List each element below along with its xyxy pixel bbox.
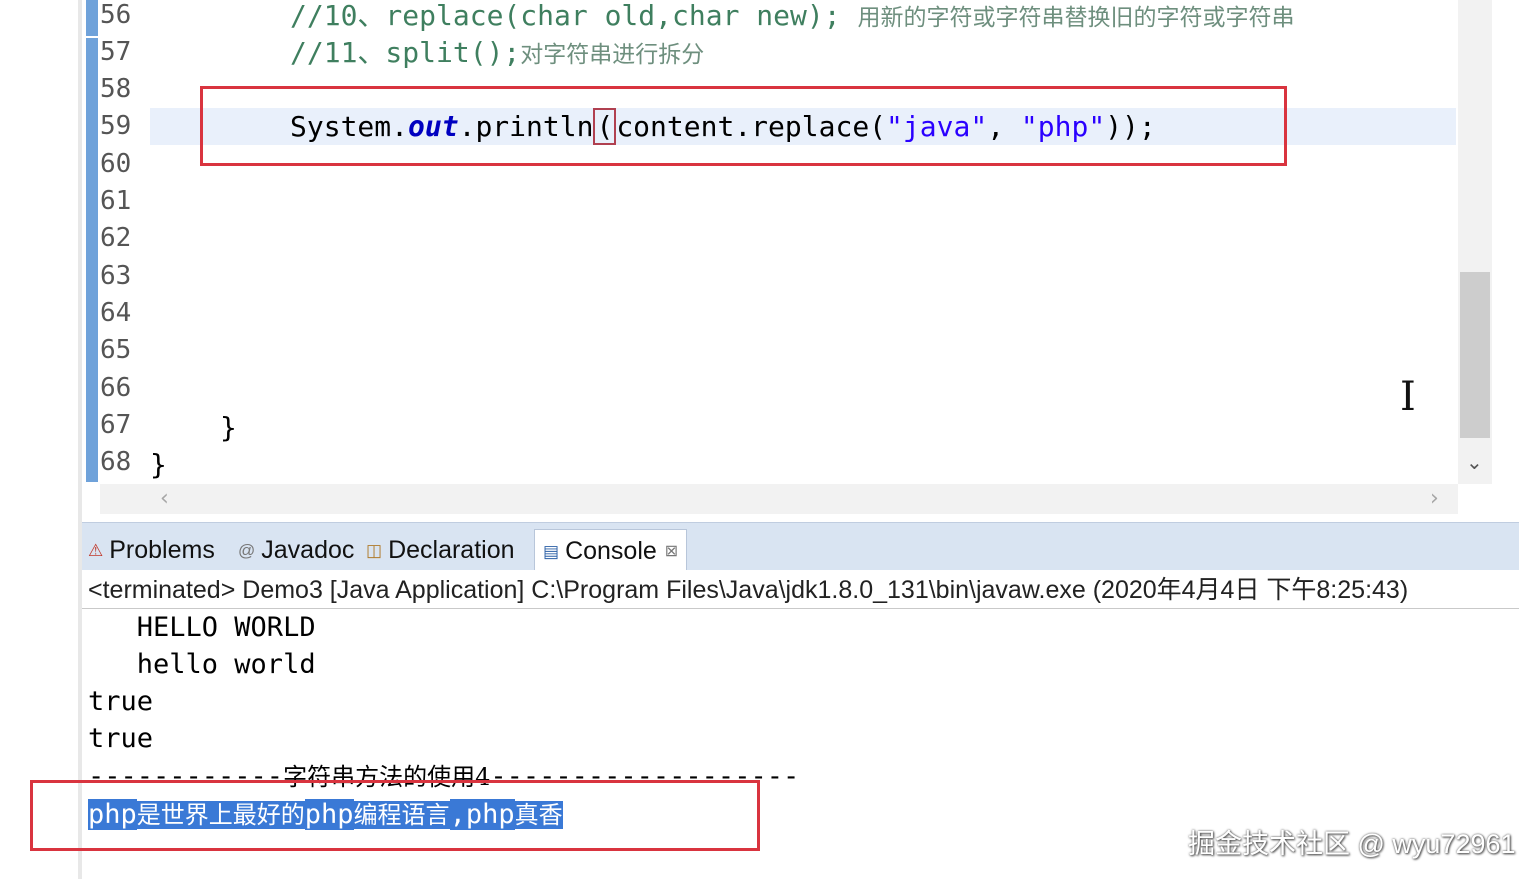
console-output-line: hello world bbox=[88, 649, 316, 680]
console-output-line: HELLO WORLD bbox=[88, 612, 316, 643]
line-number: 67 bbox=[100, 410, 132, 440]
line-number: 68 bbox=[100, 447, 132, 477]
line-number: 56 bbox=[100, 0, 132, 30]
code-line-67: } bbox=[220, 411, 237, 444]
console-icon: ▤ bbox=[543, 542, 560, 561]
tab-problems[interactable]: ⚠ Problems bbox=[88, 529, 215, 571]
code-line-68: } bbox=[150, 448, 167, 481]
bottom-panel-tabbar: ⚠ Problems @ Javadoc ◫ Declaration ▤ Console… bbox=[82, 522, 1519, 572]
line-number: 66 bbox=[100, 373, 132, 403]
tab-label: Javadoc bbox=[261, 536, 355, 564]
chevron-left-icon[interactable]: ‹ bbox=[160, 486, 169, 511]
problems-icon: ⚠ bbox=[88, 541, 104, 560]
comment-code: //10、replace(char old,char new); bbox=[290, 0, 841, 32]
tab-label: Console bbox=[565, 537, 657, 565]
close-icon[interactable]: ⊠ bbox=[665, 543, 678, 560]
code-line-56: //10、replace(char old,char new); 用新的字符或字… bbox=[290, 0, 1294, 34]
line-number: 57 bbox=[100, 37, 132, 67]
highlight-box-code bbox=[200, 86, 1287, 166]
code-editor[interactable]: 56 57 58 59 60 61 62 63 64 65 66 67 68 /… bbox=[84, 0, 1512, 515]
console-output-line: true bbox=[88, 686, 154, 717]
left-panel-strip bbox=[0, 0, 80, 879]
chevron-down-icon[interactable]: ⌄ bbox=[1466, 450, 1483, 474]
line-number-gutter: 56 57 58 59 60 61 62 63 64 65 66 67 68 bbox=[100, 0, 162, 482]
highlight-box-output bbox=[30, 780, 760, 851]
declaration-icon: ◫ bbox=[366, 541, 383, 560]
line-number: 61 bbox=[100, 186, 132, 216]
ruler-mark bbox=[86, 0, 98, 36]
editor-vertical-scrollbar[interactable]: ⌄ bbox=[1458, 0, 1492, 484]
tab-javadoc[interactable]: @ Javadoc bbox=[238, 529, 354, 571]
line-number: 60 bbox=[100, 149, 132, 179]
tab-label: Problems bbox=[109, 536, 215, 564]
line-number: 62 bbox=[100, 223, 132, 253]
chevron-right-icon[interactable]: › bbox=[1430, 486, 1439, 511]
text-cursor-icon: I bbox=[1400, 374, 1416, 420]
comment-text: 对字符串进行拆分 bbox=[520, 42, 705, 68]
code-text-area[interactable]: //10、replace(char old,char new); 用新的字符或字… bbox=[150, 0, 1454, 482]
line-number: 58 bbox=[100, 74, 132, 104]
javadoc-icon: @ bbox=[238, 541, 256, 560]
tab-console[interactable]: ▤ Console ⊠ bbox=[534, 529, 688, 572]
scrollbar-thumb[interactable] bbox=[1460, 272, 1490, 438]
comment-code: //11、split(); bbox=[290, 36, 521, 69]
line-number: 64 bbox=[100, 298, 132, 328]
overview-ruler bbox=[84, 0, 100, 482]
ruler-mark bbox=[86, 38, 98, 482]
console-status-header: <terminated> Demo3 [Java Application] C:… bbox=[88, 576, 1409, 604]
watermark-text: 掘金技术社区 @ wyu72961 bbox=[1188, 829, 1516, 859]
line-number: 63 bbox=[100, 261, 132, 291]
comment-text: 用新的字符或字符串替换旧的字符或字符串 bbox=[857, 5, 1295, 31]
console-output-line: true bbox=[88, 723, 154, 754]
code-line-57: //11、split();对字符串进行拆分 bbox=[290, 34, 704, 71]
line-number: 65 bbox=[100, 335, 132, 365]
editor-horizontal-scrollbar[interactable]: ‹ › bbox=[100, 484, 1458, 514]
tab-label: Declaration bbox=[388, 536, 515, 564]
line-number: 59 bbox=[100, 111, 132, 141]
tab-declaration[interactable]: ◫ Declaration bbox=[366, 529, 515, 571]
